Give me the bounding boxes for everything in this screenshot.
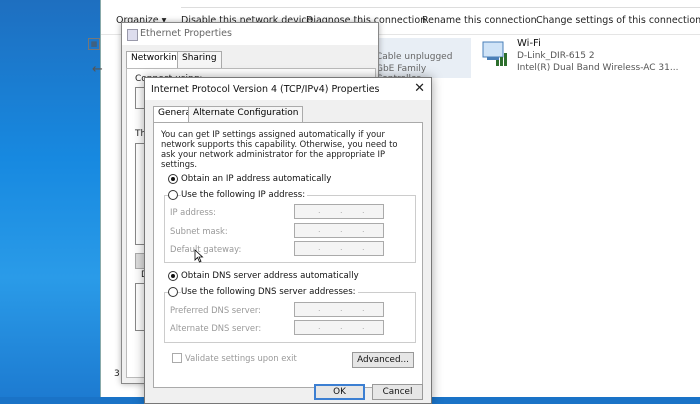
ipv4-properties-dialog: Internet Protocol Version 4 (TCP/IPv4) P… xyxy=(144,77,432,404)
mouse-cursor-icon xyxy=(194,249,204,263)
use-following-ip-radio[interactable] xyxy=(168,190,178,200)
ipv4-dialog-title: Internet Protocol Version 4 (TCP/IPv4) P… xyxy=(151,84,380,95)
change-settings-button[interactable]: Change settings of this connection xyxy=(536,15,700,26)
rename-connection-button[interactable]: Rename this connection xyxy=(422,15,537,26)
obtain-dns-auto-radio[interactable] xyxy=(168,271,178,281)
ipv4-description: You can get IP settings assigned automat… xyxy=(161,129,398,169)
default-gateway-label: Default gateway: xyxy=(170,244,242,254)
ip-address-field[interactable]: ... xyxy=(294,204,384,219)
cancel-button[interactable]: Cancel xyxy=(372,384,423,400)
alternate-dns-label: Alternate DNS server: xyxy=(170,323,262,333)
ethernet-dialog-title: Ethernet Properties xyxy=(140,28,232,39)
ipv4-titlebar: Internet Protocol Version 4 (TCP/IPv4) P… xyxy=(145,78,431,100)
subnet-mask-field[interactable]: ... xyxy=(294,223,384,238)
alternate-dns-field[interactable]: ... xyxy=(294,320,384,335)
wifi-adapter-device: Intel(R) Dual Band Wireless-AC 31... xyxy=(517,63,679,73)
validate-settings-checkbox[interactable] xyxy=(172,353,182,363)
adapter-ethernet-status: Cable unplugged xyxy=(376,52,453,62)
wifi-adapter-name: Wi-Fi xyxy=(517,38,541,49)
use-following-ip-label[interactable]: Use the following IP address: xyxy=(181,190,308,200)
wifi-adapter-icon[interactable] xyxy=(481,38,509,68)
ethernet-icon xyxy=(127,29,138,41)
wifi-adapter-ssid: D-Link_DIR-615 2 xyxy=(517,51,595,61)
close-icon[interactable]: ✕ xyxy=(414,81,425,96)
subnet-mask-label: Subnet mask: xyxy=(170,226,228,236)
advanced-button[interactable]: Advanced... xyxy=(352,352,414,368)
use-following-dns-label[interactable]: Use the following DNS server addresses: xyxy=(181,287,358,297)
default-gateway-field[interactable]: ... xyxy=(294,241,384,256)
dns-address-group xyxy=(164,292,416,343)
ethernet-titlebar: Ethernet Properties xyxy=(122,23,378,45)
obtain-ip-auto-label[interactable]: Obtain an IP address automatically xyxy=(181,174,331,184)
preferred-dns-label: Preferred DNS server: xyxy=(170,305,261,315)
preferred-dns-field[interactable]: ... xyxy=(294,302,384,317)
back-arrow-icon[interactable]: ← xyxy=(92,62,103,77)
ok-button[interactable]: OK xyxy=(314,384,365,400)
validate-settings-label[interactable]: Validate settings upon exit xyxy=(185,353,297,363)
grid-view-icon[interactable]: ▦ xyxy=(88,38,100,50)
window-top-strip xyxy=(181,0,700,8)
obtain-dns-auto-label[interactable]: Obtain DNS server address automatically xyxy=(181,271,359,281)
adapter-ethernet[interactable]: Cable unplugged GbE Family Controller xyxy=(371,38,471,84)
tab-sharing[interactable]: Sharing xyxy=(177,51,222,69)
use-following-dns-radio[interactable] xyxy=(168,287,178,297)
ip-address-label: IP address: xyxy=(170,207,216,217)
obtain-ip-auto-radio[interactable] xyxy=(168,174,178,184)
